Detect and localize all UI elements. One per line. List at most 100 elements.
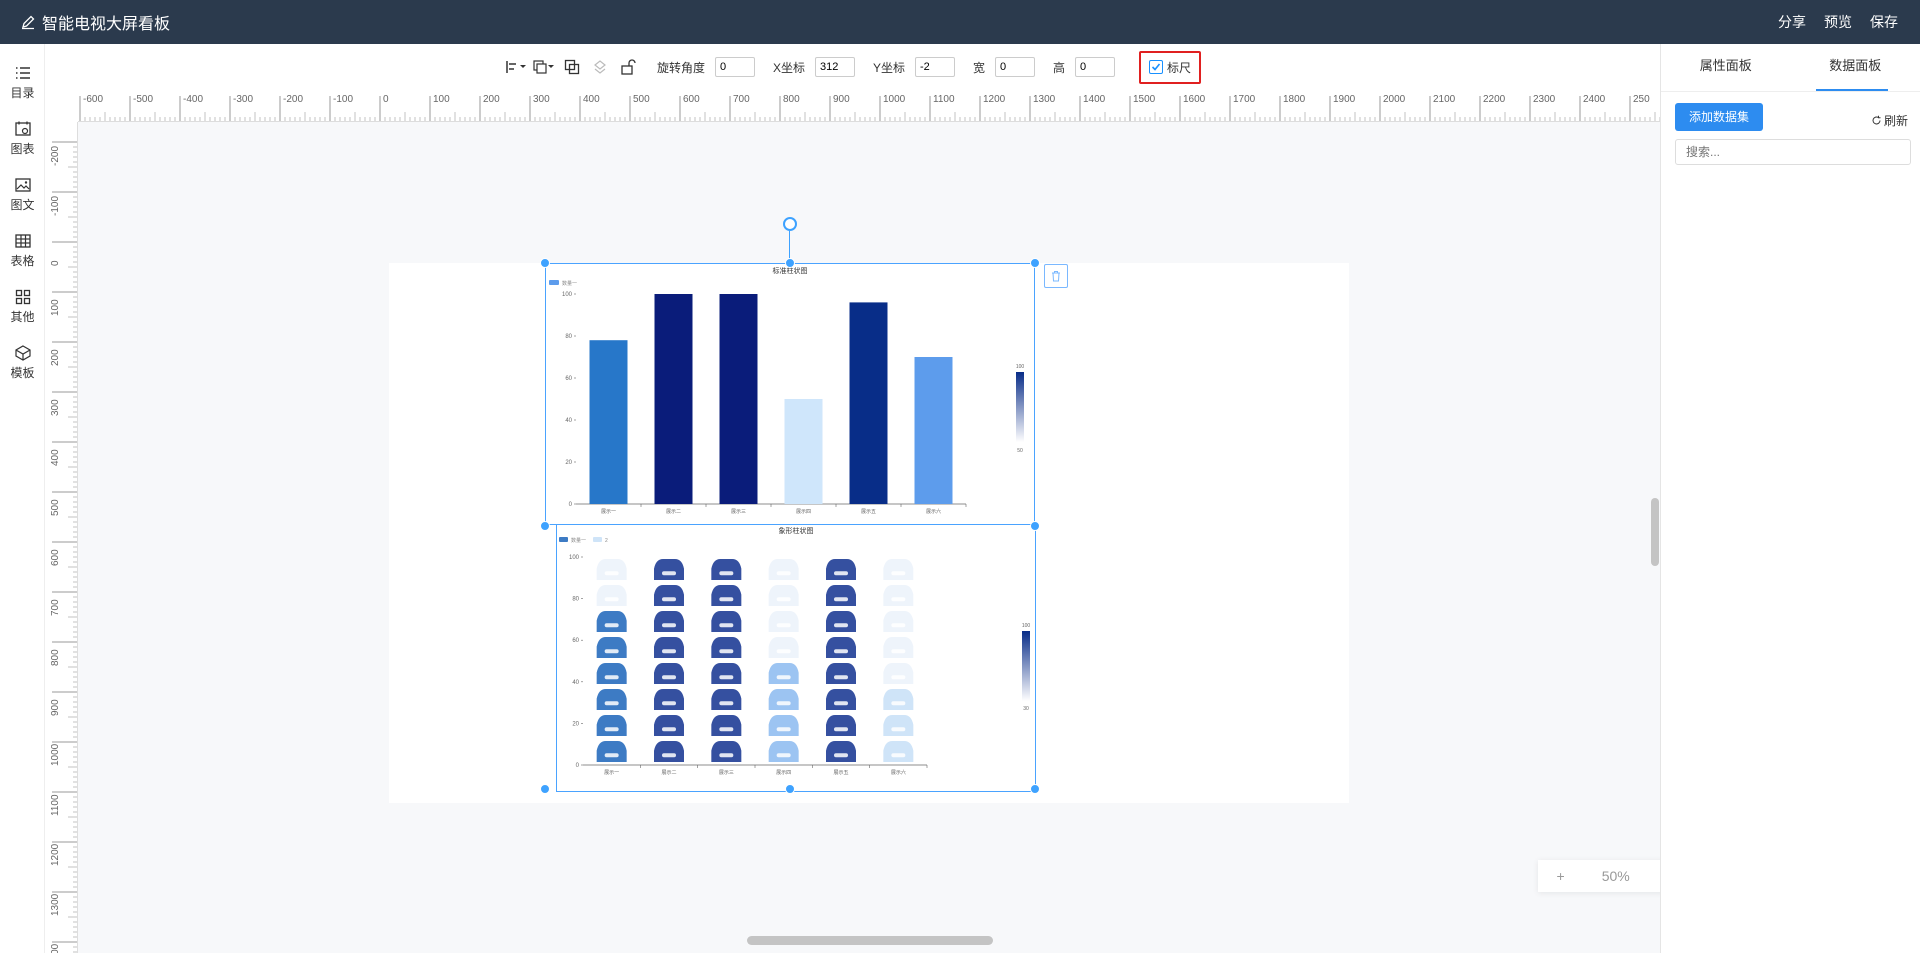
ruler-label: 200 <box>483 94 500 105</box>
y-input[interactable] <box>915 57 955 77</box>
ruler-label: 1300 <box>50 893 61 916</box>
sidebar-item-image-text[interactable]: 图文 <box>0 166 45 222</box>
ruler-toggle[interactable]: 标尺 <box>1139 50 1202 84</box>
dataset-search-input[interactable] <box>1675 139 1911 165</box>
ruler-label: 1900 <box>1333 94 1356 105</box>
resize-handle[interactable] <box>540 521 550 531</box>
sidebar-item-other[interactable]: 其他 <box>0 278 45 334</box>
resize-handle[interactable] <box>785 784 795 794</box>
horizontal-ruler: -600 -500 -400 -300 -200 -100 0 100 200 300 400 500… <box>78 90 1660 122</box>
y-tick-label: 0 <box>569 502 573 508</box>
ruler-label: 900 <box>50 699 61 716</box>
align-dropdown[interactable] <box>505 56 527 78</box>
bar <box>849 302 888 504</box>
ruler-label: 1800 <box>1283 94 1306 105</box>
preview-button[interactable]: 预览 <box>1824 12 1852 32</box>
ruler-label: -100 <box>50 196 61 216</box>
y-tick-label: 60 <box>565 376 572 382</box>
legend-swatch <box>593 537 602 542</box>
bar-chart-widget[interactable]: 标准柱状图 数量一 100 80 60 40 20 0 展示一 展示二 展示三 展示四 展示五 展示六 10… <box>545 263 1035 525</box>
legend-label: 2 <box>605 538 608 544</box>
pictorial-bar-chart-widget[interactable]: 象形柱状图 数量一 2 100 80 60 40 20 0 展示一 展示二 展示三 展示四 展示五 展示六 1… <box>556 524 1036 792</box>
zoom-in-button[interactable]: + <box>1557 868 1565 884</box>
rotate-input[interactable] <box>714 57 755 77</box>
y-tick-label: 100 <box>569 555 580 561</box>
legend-swatch <box>549 280 559 285</box>
share-button[interactable]: 分享 <box>1778 12 1806 32</box>
layer-icon <box>533 60 554 74</box>
car-window <box>604 675 619 680</box>
resize-handle[interactable] <box>785 258 795 268</box>
width-input[interactable] <box>995 57 1036 77</box>
y-tick-label: 40 <box>565 418 572 424</box>
layer-dropdown[interactable] <box>533 56 555 78</box>
sidebar-item-template[interactable]: 模板 <box>0 334 45 390</box>
align-left-icon <box>506 61 526 73</box>
ruler-label: 0 <box>383 94 389 105</box>
group-button[interactable] <box>561 56 583 78</box>
car-window <box>834 701 848 706</box>
car-symbol <box>883 689 914 710</box>
vertical-scrollbar[interactable] <box>1651 498 1659 566</box>
y-tick-label: 100 <box>562 292 573 298</box>
car-symbol <box>768 637 799 658</box>
delete-button[interactable] <box>1044 264 1068 288</box>
resize-handle[interactable] <box>540 258 550 268</box>
car-symbol <box>596 637 627 658</box>
car-window <box>719 701 734 706</box>
ruler-label: 1000 <box>883 94 906 105</box>
resize-handle[interactable] <box>1030 258 1040 268</box>
sidebar-item-catalog[interactable]: 目录 <box>0 54 45 110</box>
car-window <box>604 701 619 706</box>
car-symbol <box>883 741 914 762</box>
resize-handle[interactable] <box>540 784 550 794</box>
car-symbol <box>768 741 799 762</box>
ruler-checkbox[interactable] <box>1149 60 1164 74</box>
car-window <box>891 597 906 602</box>
right-panel: 属性面板 数据面板 添加数据集 刷新 <box>1660 44 1920 953</box>
car-symbol <box>596 663 627 684</box>
height-input[interactable] <box>1075 57 1116 77</box>
tab-properties[interactable]: 属性面板 <box>1661 44 1791 91</box>
resize-handle[interactable] <box>1030 784 1040 794</box>
car-symbol <box>654 611 684 632</box>
car-window <box>604 753 619 758</box>
horizontal-scrollbar[interactable] <box>747 936 993 945</box>
sidebar-item-chart[interactable]: 图表 <box>0 110 45 166</box>
save-button[interactable]: 保存 <box>1870 12 1898 32</box>
visual-map-min: 30 <box>1023 706 1029 712</box>
editor-canvas[interactable]: 标准柱状图 数量一 100 80 60 40 20 0 展示一 展示二 展示三 展示四 展示五 展示六 10… <box>78 122 1660 953</box>
check-icon <box>1151 63 1161 71</box>
resize-handle[interactable] <box>1030 521 1040 531</box>
x-input[interactable] <box>814 57 855 77</box>
ruler-label: 250 <box>1633 94 1650 105</box>
car-window <box>776 727 791 732</box>
refresh-button[interactable]: 刷新 <box>1871 112 1908 129</box>
sidebar-item-table[interactable]: 表格 <box>0 222 45 278</box>
refresh-label: 刷新 <box>1883 114 1908 128</box>
car-window <box>662 597 676 602</box>
car-symbol <box>596 689 627 710</box>
rotate-handle[interactable] <box>783 217 797 231</box>
bar <box>719 294 758 504</box>
sidebar-item-label: 图表 <box>10 141 35 156</box>
car-symbol <box>826 611 856 632</box>
sidebar-item-label: 图文 <box>10 197 35 212</box>
rotate-label: 旋转角度 <box>656 60 705 75</box>
tab-data[interactable]: 数据面板 <box>1791 44 1920 91</box>
ruler-label: 1500 <box>1133 94 1156 105</box>
car-symbol <box>654 585 684 606</box>
ruler-label: -400 <box>183 94 203 105</box>
y-tick-label: 80 <box>565 334 572 340</box>
car-symbol <box>596 585 627 606</box>
car-window <box>604 597 619 602</box>
x-tick-label: 展示五 <box>833 770 848 776</box>
x-tick-label: 展示四 <box>776 770 791 776</box>
car-window <box>662 649 676 654</box>
x-tick-label: 展示四 <box>796 509 811 515</box>
add-dataset-button[interactable]: 添加数据集 <box>1675 103 1763 131</box>
bar <box>784 399 823 504</box>
x-tick-label: 展示五 <box>861 509 876 515</box>
ungroup-button[interactable] <box>589 56 611 78</box>
lock-button[interactable] <box>617 56 639 78</box>
